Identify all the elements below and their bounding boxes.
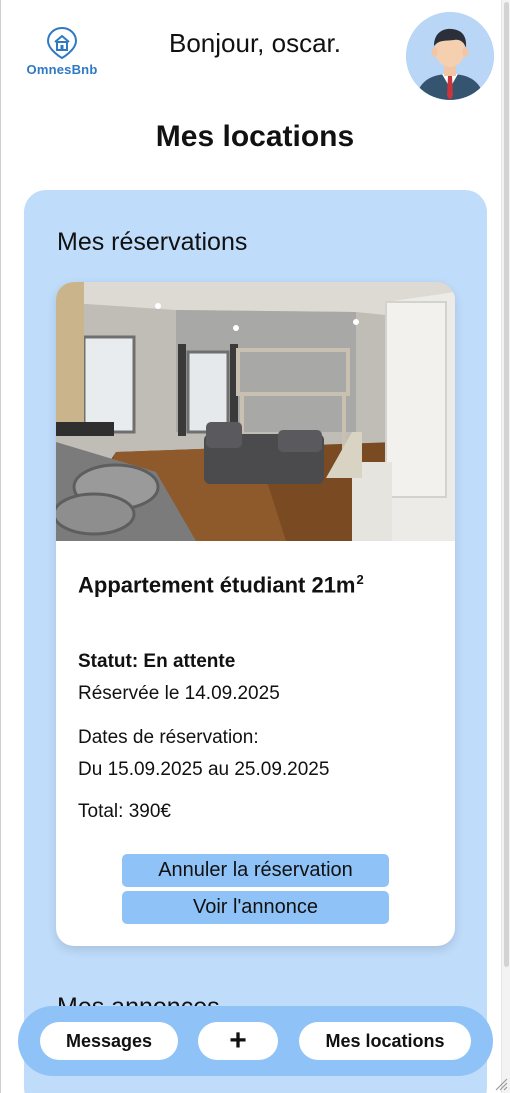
reservations-section-title: Mes réservations bbox=[57, 228, 248, 256]
listing-title: Appartement étudiant 21m2 bbox=[78, 572, 364, 598]
view-listing-button[interactable]: Voir l'annonce bbox=[122, 891, 389, 924]
app-logo[interactable]: OmnesBnb bbox=[26, 26, 98, 86]
cancel-reservation-button[interactable]: Annuler la réservation bbox=[122, 854, 389, 887]
add-button[interactable]: + bbox=[198, 1022, 278, 1060]
scrollbar[interactable] bbox=[501, 0, 510, 1093]
scrollbar-thumb[interactable] bbox=[504, 2, 509, 967]
avatar[interactable] bbox=[406, 12, 494, 100]
user-avatar-icon bbox=[406, 12, 494, 100]
reservation-status: Statut: En attente bbox=[78, 651, 236, 672]
messages-nav-button[interactable]: Messages bbox=[40, 1022, 178, 1060]
my-locations-nav-button[interactable]: Mes locations bbox=[299, 1022, 471, 1060]
house-pin-icon bbox=[46, 26, 78, 60]
window-border bbox=[0, 0, 1, 1093]
logo-text: OmnesBnb bbox=[26, 62, 98, 77]
bottom-nav: Messages + Mes locations bbox=[18, 1006, 493, 1076]
reservation-total: Total: 390€ bbox=[78, 801, 171, 822]
page-title: Mes locations bbox=[155, 120, 355, 153]
reservations-panel: Mes réservations Appartement étudiant 21… bbox=[24, 190, 487, 1093]
greeting: Bonjour, oscar. bbox=[169, 28, 341, 58]
reservation-card: Appartement étudiant 21m2 Statut: En att… bbox=[56, 282, 455, 946]
reserved-date: Réservée le 14.09.2025 bbox=[78, 683, 280, 704]
reservation-dates-range: Du 15.09.2025 au 25.09.2025 bbox=[78, 759, 330, 780]
resize-grip-icon[interactable] bbox=[492, 1075, 508, 1091]
reservation-dates-label: Dates de réservation: bbox=[78, 727, 259, 748]
header: OmnesBnb Bonjour, oscar. bbox=[0, 0, 500, 110]
listing-photo bbox=[56, 282, 455, 541]
